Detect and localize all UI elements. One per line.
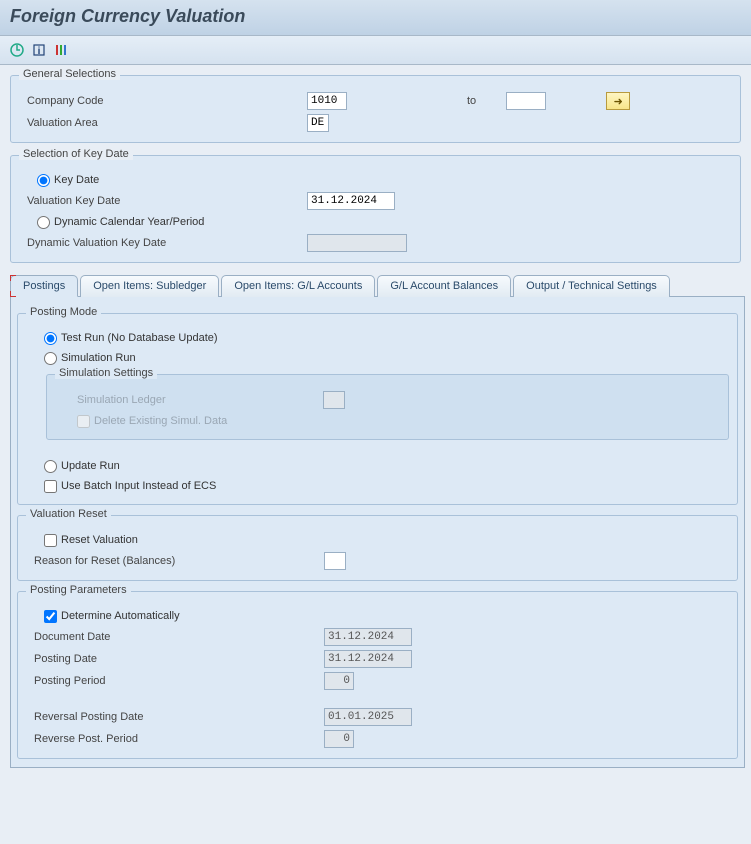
row-valuation-key-date: Valuation Key Date [19,190,732,212]
row-reason-for-reset: Reason for Reset (Balances) [26,550,729,572]
label-doc-date: Document Date [34,631,324,643]
group-posting-parameters: Posting Parameters Determine Automatical… [17,591,738,759]
row-radio-update-run: Update Run [26,456,729,476]
label-posting-period: Posting Period [34,675,324,687]
svg-text:i: i [38,46,41,57]
radio-key-date[interactable] [37,174,50,187]
title-bar: Foreign Currency Valuation [0,0,751,36]
row-valuation-area: Valuation Area [19,112,732,134]
label-delete-simul-data: Delete Existing Simul. Data [94,415,227,427]
label-determine-auto: Determine Automatically [61,610,180,622]
row-posting-date: Posting Date [26,648,729,670]
document-date-input [324,628,412,646]
radio-dynamic-calendar[interactable] [37,216,50,229]
group-title: Selection of Key Date [19,148,133,160]
label-valuation-area: Valuation Area [27,117,307,129]
tab-pane-postings: Posting Mode Test Run (No Database Updat… [10,296,745,768]
tab-open-items-subledger[interactable]: Open Items: Subledger [80,275,219,297]
label-test-run: Test Run (No Database Update) [61,332,218,344]
label-dynamic-valuation-key-date: Dynamic Valuation Key Date [27,237,307,249]
row-radio-simulation: Simulation Run [26,348,729,368]
valuation-key-date-input[interactable] [307,192,395,210]
label-valuation-key-date: Valuation Key Date [27,195,307,207]
checkbox-batch-input[interactable] [44,480,57,493]
row-reverse-post-period: Reverse Post. Period [26,728,729,750]
label-reason-for-reset: Reason for Reset (Balances) [34,555,324,567]
label-reversal-posting-date: Reversal Posting Date [34,711,324,723]
label-reverse-post-period: Reverse Post. Period [34,733,324,745]
row-doc-date: Document Date [26,626,729,648]
group-valuation-reset: Valuation Reset Reset Valuation Reason f… [17,515,738,581]
company-code-to-input[interactable] [506,92,546,110]
label-reset-valuation: Reset Valuation [61,534,138,546]
label-company-code: Company Code [27,95,307,107]
row-simulation-ledger: Simulation Ledger [55,389,720,411]
group-title: Posting Parameters [26,584,131,596]
row-reversal-posting-date: Reversal Posting Date [26,706,729,728]
company-code-from-input[interactable] [307,92,347,110]
group-title: Valuation Reset [26,508,111,520]
simulation-ledger-input [323,391,345,409]
tabstrip: Postings Open Items: Subledger Open Item… [10,275,745,297]
main-area: General Selections Company Code to ➜ Val… [0,65,751,778]
tab-output-technical[interactable]: Output / Technical Settings [513,275,670,297]
label-simulation-run: Simulation Run [61,352,136,364]
label-radio-key-date: Key Date [54,174,99,186]
checkbox-reset-valuation[interactable] [44,534,57,547]
group-simulation-settings: Simulation Settings Simulation Ledger De… [46,374,729,440]
execute-icon[interactable] [8,41,26,59]
row-posting-period: Posting Period [26,670,729,692]
group-title: Simulation Settings [55,367,157,379]
row-reset-valuation: Reset Valuation [26,530,729,550]
row-company-code: Company Code to ➜ [19,90,732,112]
valuation-area-input[interactable] [307,114,329,132]
group-general-selections: General Selections Company Code to ➜ Val… [10,75,741,143]
group-title: General Selections [19,68,120,80]
checkbox-determine-auto[interactable] [44,610,57,623]
tab-postings[interactable]: Postings [10,275,78,297]
label-batch-input: Use Batch Input Instead of ECS [61,480,216,492]
row-radio-dynamic: Dynamic Calendar Year/Period [19,212,732,232]
radio-update-run[interactable] [44,460,57,473]
label-update-run: Update Run [61,460,120,472]
group-title: Posting Mode [26,306,101,318]
checkbox-delete-simul-data [77,415,90,428]
label-posting-date: Posting Date [34,653,324,665]
row-determine-auto: Determine Automatically [26,606,729,626]
tab-open-items-gl[interactable]: Open Items: G/L Accounts [221,275,375,297]
row-delete-simul-data: Delete Existing Simul. Data [55,411,720,431]
group-key-date: Selection of Key Date Key Date Valuation… [10,155,741,263]
row-batch-input: Use Batch Input Instead of ECS [26,476,729,496]
label-to: to [467,95,476,107]
tab-gl-balances[interactable]: G/L Account Balances [377,275,511,297]
label-simulation-ledger: Simulation Ledger [63,394,323,406]
variant-icon[interactable] [52,41,70,59]
row-radio-keydate: Key Date [19,170,732,190]
posting-date-input [324,650,412,668]
posting-period-input [324,672,354,690]
info-icon[interactable]: i [30,41,48,59]
page-title: Foreign Currency Valuation [10,6,741,27]
row-dynamic-valuation-key-date: Dynamic Valuation Key Date [19,232,732,254]
reversal-posting-date-input [324,708,412,726]
label-radio-dynamic: Dynamic Calendar Year/Period [54,216,204,228]
dynamic-valuation-key-date-input [307,234,407,252]
reason-for-reset-input[interactable] [324,552,346,570]
radio-simulation-run[interactable] [44,352,57,365]
reverse-post-period-input [324,730,354,748]
row-radio-test-run: Test Run (No Database Update) [26,328,729,348]
multiple-selection-button[interactable]: ➜ [606,92,630,110]
radio-test-run[interactable] [44,332,57,345]
group-posting-mode: Posting Mode Test Run (No Database Updat… [17,313,738,505]
toolbar: i [0,36,751,65]
